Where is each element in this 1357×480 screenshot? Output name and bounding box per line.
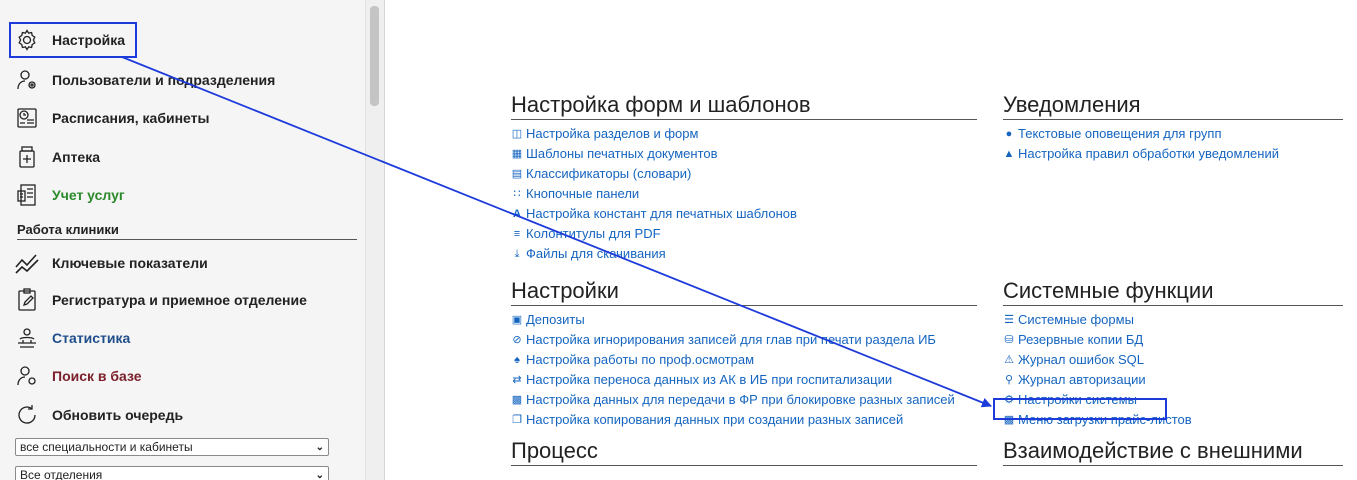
sidebar-item-label: Расписания, кабинеты (52, 110, 210, 126)
system-functions-section: Системные функции ☰ Системные формы ⛁ Резе… (1003, 278, 1343, 470)
sidebar-item-label: Регистратура и приемное отделение (52, 292, 307, 308)
trend-chart-icon (14, 250, 40, 276)
ledger-icon (14, 182, 40, 208)
section-title: Уведомления (1003, 92, 1343, 120)
sidebar-item-label: Ключевые показатели (52, 255, 208, 271)
sidebar-item-key-indicators[interactable]: Ключевые показатели (14, 246, 208, 280)
book-icon: ▤ (511, 168, 523, 180)
link-notification-rules[interactable]: ▲ Настройка правил обработки уведомлений (1003, 144, 1343, 164)
department-select-value: Все отделения (20, 468, 103, 480)
notifications-section: Уведомления ● Текстовые оповещения для гр… (1003, 92, 1343, 164)
warning-icon: ⚠ (1004, 354, 1014, 366)
section-title: Системные функции (1003, 278, 1343, 306)
link-ignore-records[interactable]: ⊘ Настройка игнорирования записей для гла… (511, 330, 977, 350)
link-fr-data[interactable]: ▩ Настройка данных для передачи в ФР при … (511, 390, 971, 410)
scrollbar-thumb[interactable] (370, 6, 379, 106)
link-downloads[interactable]: ⤓ Файлы для скачивания (511, 244, 977, 264)
specialty-select[interactable]: все специальности и кабинеты ⌄ (15, 438, 329, 456)
sidebar-cut-off-top (0, 0, 366, 14)
sidebar-item-label: Статистика (52, 330, 131, 346)
link-data-transfer[interactable]: ⇄ Настройка переноса данных из АК в ИБ пр… (511, 370, 977, 390)
link-sql-errors[interactable]: ⚠ Журнал ошибок SQL (1003, 350, 1343, 370)
exchange-icon: ⇄ (512, 374, 522, 386)
chevron-down-icon: ⌄ (315, 469, 324, 480)
money-icon: ▣ (511, 314, 523, 326)
annotation-highlight-box (9, 22, 137, 58)
word-file-icon: ▦ (511, 148, 523, 160)
list-icon: ☰ (1004, 314, 1014, 326)
link-sections-forms[interactable]: ◫ Настройка разделов и форм (511, 124, 977, 144)
sidebar: Настройка Пользователи и подразделения Р… (0, 0, 385, 480)
link-print-templates[interactable]: ▦ Шаблоны печатных документов (511, 144, 977, 164)
table-columns-icon: ◫ (511, 128, 523, 140)
link-copy-data[interactable]: ❐ Настройка копирования данных при создан… (511, 410, 977, 430)
sidebar-item-label: Учет услуг (52, 187, 125, 203)
download-icon: ⤓ (514, 248, 520, 260)
link-print-constants[interactable]: A Настройка констант для печатных шаблоно… (511, 204, 977, 224)
sidebar-item-label: Аптека (52, 149, 101, 165)
link-group-alerts[interactable]: ● Текстовые оповещения для групп (1003, 124, 1343, 144)
annotation-highlight-box (993, 398, 1167, 420)
forms-templates-section: Настройка форм и шаблонов ◫ Настройка раз… (511, 92, 977, 264)
equals-icon: ≡ (513, 228, 521, 240)
sidebar-item-statistics[interactable]: Статистика (14, 321, 130, 355)
link-classifiers[interactable]: ▤ Классификаторы (словари) (511, 164, 977, 184)
link-prof-exams[interactable]: ♠ Настройка работы по проф.осмотрам (511, 350, 977, 370)
sidebar-item-label: Пользователи и подразделения (52, 72, 276, 88)
sidebar-item-users[interactable]: Пользователи и подразделения (14, 63, 275, 97)
sidebar-item-registry[interactable]: Регистратура и приемное отделение (14, 283, 307, 317)
sidebar-scrollbar[interactable] (365, 0, 384, 480)
statistics-person-icon (14, 325, 40, 351)
sidebar-item-label: Обновить очередь (52, 407, 184, 423)
refresh-icon (14, 402, 40, 428)
settings-section: Настройки ▣ Депозиты ⊘ Настройка игнориров… (511, 278, 977, 470)
database-icon: ⛁ (1004, 334, 1014, 346)
bell-icon: ▲ (1003, 148, 1015, 160)
link-auth-log[interactable]: ⚲ Журнал авторизации (1003, 370, 1343, 390)
sidebar-item-pharmacy[interactable]: Аптека (14, 140, 100, 174)
link-system-forms[interactable]: ☰ Системные формы (1003, 310, 1343, 330)
department-select[interactable]: Все отделения ⌄ (15, 466, 329, 480)
medicine-jar-icon (14, 144, 40, 170)
clipboard-edit-icon (14, 287, 40, 313)
sidebar-item-refresh-queue[interactable]: Обновить очередь (14, 398, 183, 432)
section-title: Настройка форм и шаблонов (511, 92, 977, 120)
sidebar-item-services[interactable]: Учет услуг (14, 178, 125, 212)
link-db-backups[interactable]: ⛁ Резервные копии БД (1003, 330, 1343, 350)
link-button-panels[interactable]: ∷ Кнопочные панели (511, 184, 977, 204)
link-pdf-headers[interactable]: ≡ Колонтитулы для PDF (511, 224, 977, 244)
sidebar-item-search-db[interactable]: Поиск в базе (14, 359, 142, 393)
section-title: Настройки (511, 278, 977, 306)
sidebar-item-label: Поиск в базе (52, 368, 142, 384)
section-title: Процесс (511, 438, 977, 466)
font-icon: A (513, 208, 521, 220)
user-search-icon (14, 363, 40, 389)
user-settings-icon (14, 67, 40, 93)
grid-icon: ∷ (513, 188, 521, 200)
ban-icon: ⊘ (512, 334, 522, 346)
key-icon: ⚲ (1004, 374, 1014, 386)
sidebar-item-schedules[interactable]: Расписания, кабинеты (14, 101, 209, 135)
section-title: Взаимодействие с внешними (1003, 438, 1343, 466)
link-deposits[interactable]: ▣ Депозиты (511, 310, 977, 330)
copy-icon: ❐ (512, 414, 522, 426)
calendar-clock-icon (14, 105, 40, 131)
chevron-down-icon: ⌄ (315, 441, 324, 453)
sidebar-section-heading: Работа клиники (17, 222, 357, 240)
specialty-select-value: все специальности и кабинеты (20, 440, 193, 454)
person-chalkboard-icon: ♠ (514, 354, 520, 366)
comment-icon: ● (1005, 128, 1013, 140)
cash-register-icon: ▩ (511, 394, 523, 406)
